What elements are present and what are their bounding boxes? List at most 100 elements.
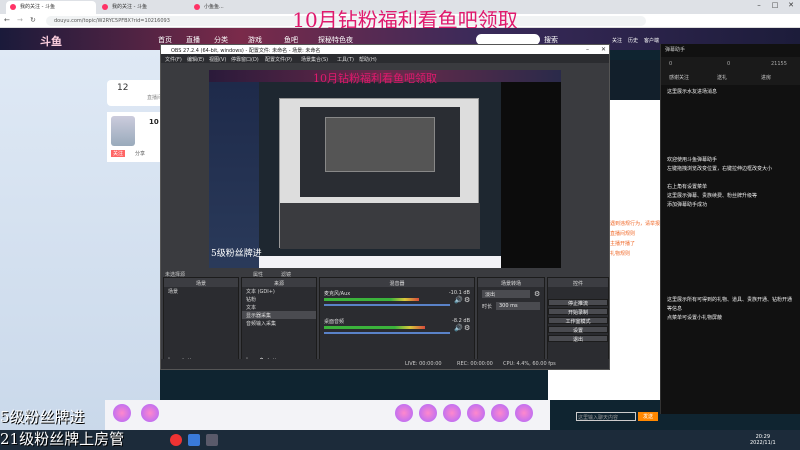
stream-preview-dark bbox=[610, 60, 660, 100]
fans-count: 12 bbox=[117, 83, 129, 93]
source-item[interactable]: 显示器采集 bbox=[242, 311, 316, 319]
chat-message: 右上角有设置菜单 bbox=[667, 184, 708, 190]
nested-chat-panel bbox=[501, 82, 561, 268]
douyu-logo[interactable]: 斗鱼 bbox=[40, 33, 62, 49]
cpu-status: CPU: 4.4%, 60.00 fps bbox=[503, 361, 556, 367]
source-label: 显示器采集 bbox=[246, 313, 272, 319]
notice-text[interactable]: 礼物规则 bbox=[610, 250, 630, 257]
gear-icon[interactable]: ⚙ bbox=[464, 296, 470, 304]
source-item[interactable]: 文本 bbox=[242, 303, 316, 311]
chat-message: 欢迎使用斗鱼弹幕助手 bbox=[667, 157, 718, 163]
minimize-icon[interactable]: – bbox=[752, 1, 766, 9]
notice-text: 遇到违规行为，请举报 bbox=[610, 221, 661, 227]
gift-icon[interactable] bbox=[515, 404, 533, 422]
menu-docks[interactable]: 停靠窗口(D) bbox=[231, 56, 259, 63]
avatar[interactable] bbox=[111, 116, 135, 146]
obs-minimize-icon[interactable]: – bbox=[586, 46, 589, 53]
gift-icon[interactable] bbox=[467, 404, 485, 422]
browser-tab[interactable]: 我的关注 - 斗鱼 bbox=[98, 1, 188, 14]
source-label: 音频输入采集 bbox=[246, 321, 277, 327]
maximize-icon[interactable]: □ bbox=[768, 1, 782, 9]
tab-gifts[interactable]: 送礼 bbox=[717, 74, 727, 81]
obs-icon[interactable] bbox=[206, 434, 218, 446]
chat-message: 点菜单可设置小礼物屏蔽 bbox=[667, 315, 723, 321]
menu-view[interactable]: 视图(V) bbox=[209, 56, 226, 63]
notice-text: 主播开播了 bbox=[610, 241, 636, 247]
chat-message: 这里展示弹幕、贵族续费、粉丝牌升级等 bbox=[667, 193, 758, 199]
reload-icon[interactable]: ↻ bbox=[30, 16, 36, 24]
studio-mode-button[interactable]: 工作室模式 bbox=[548, 317, 608, 325]
nav-follow[interactable]: 关注 bbox=[612, 37, 622, 44]
gift-icon[interactable] bbox=[443, 404, 461, 422]
source-item[interactable]: 音频输入采集 bbox=[242, 319, 316, 327]
gift-icon[interactable] bbox=[491, 404, 509, 422]
menu-edit[interactable]: 编辑(E) bbox=[187, 56, 204, 63]
tab-label: 我的关注 - 斗鱼 bbox=[112, 4, 147, 10]
chat-title: 弹幕助手 bbox=[665, 47, 686, 53]
share-button[interactable]: 分享 bbox=[135, 150, 145, 157]
obs-menu-bar: 文件(F) 编辑(E) 视图(V) 停靠窗口(D) 配置文件(P) 场景集合(S… bbox=[161, 54, 609, 63]
mixer-dock-title: 混音器 bbox=[320, 278, 474, 287]
overlay-bottom-line1: 5级粉丝牌进 bbox=[0, 408, 85, 426]
gear-icon[interactable]: ⚙ bbox=[464, 324, 470, 332]
source-label: 钻粉 bbox=[246, 297, 257, 303]
scene-item[interactable]: 场景 bbox=[164, 287, 238, 295]
gift-icon[interactable] bbox=[113, 404, 131, 422]
stat-count: 0 bbox=[669, 61, 673, 67]
source-item[interactable]: 钻粉 bbox=[242, 295, 316, 303]
obs-title: OBS 27.2.4 (64-bit, windows) - 配置文件: 未命名… bbox=[161, 45, 609, 54]
notice-text[interactable]: 直播间规则 bbox=[610, 230, 635, 237]
fans-count-card: 12 直播间 bbox=[107, 80, 164, 106]
duration-label: 时长 bbox=[482, 304, 493, 310]
gear-icon[interactable]: ⚙ bbox=[534, 290, 540, 298]
browser-tab[interactable]: 我的关注 - 斗鱼 bbox=[6, 1, 96, 14]
nav-history[interactable]: 历史 bbox=[628, 37, 638, 44]
menu-file[interactable]: 文件(F) bbox=[165, 56, 182, 63]
speaker-icon[interactable]: 🔊 bbox=[454, 296, 463, 304]
forward-icon[interactable]: → bbox=[17, 16, 23, 24]
volume-slider[interactable] bbox=[324, 304, 450, 306]
gift-icon[interactable] bbox=[141, 404, 159, 422]
gift-icon[interactable] bbox=[419, 404, 437, 422]
back-icon[interactable]: ← bbox=[4, 16, 10, 24]
tab-thanks-follow[interactable]: 感谢关注 bbox=[669, 74, 689, 81]
nested-obs-docks bbox=[280, 203, 480, 249]
nested-left-bg bbox=[209, 82, 259, 268]
speaker-icon[interactable]: 🔊 bbox=[454, 324, 463, 332]
nested-overlay-title: 10月钻粉福利看鱼吧领取 bbox=[313, 72, 437, 85]
system-clock[interactable]: 20:29 2022/11/1 bbox=[750, 434, 776, 446]
mixer-channel-name: 麦克风/Aux bbox=[324, 291, 351, 297]
settings-button[interactable]: 设置 bbox=[548, 326, 608, 334]
stop-streaming-button[interactable]: 停止推流 bbox=[548, 299, 608, 307]
tab-enter[interactable]: 进房 bbox=[761, 74, 771, 81]
source-label: 文本 (GDI+) bbox=[246, 289, 275, 295]
menu-tools[interactable]: 工具(T) bbox=[337, 56, 354, 63]
chat-input[interactable]: 这里输入聊天内容 bbox=[576, 412, 636, 421]
volume-meter bbox=[324, 326, 425, 329]
transition-select[interactable]: 淡出 bbox=[482, 290, 530, 298]
gift-icon[interactable] bbox=[395, 404, 413, 422]
close-icon[interactable]: ✕ bbox=[784, 1, 798, 9]
chat-message: 这里展示水友进场消息 bbox=[667, 89, 718, 95]
douyu-favicon-icon bbox=[194, 4, 200, 10]
exit-button[interactable]: 退出 bbox=[548, 335, 608, 343]
menu-profile[interactable]: 配置文件(P) bbox=[265, 56, 292, 63]
volume-slider[interactable] bbox=[324, 332, 450, 334]
stat-count: 0 bbox=[727, 61, 731, 67]
send-button[interactable]: 发送 bbox=[638, 412, 658, 421]
nav-client[interactable]: 客户端 bbox=[644, 37, 659, 44]
transitions-dock: 场景转场 淡出 ⚙ 时长 300 ms bbox=[477, 277, 545, 367]
source-item[interactable]: 文本 (GDI+) bbox=[242, 287, 316, 295]
obs-close-icon[interactable]: ✕ bbox=[601, 46, 606, 53]
chat-message: 这里展示所有可得到的礼物、道具、贵族开通、钻粉开通等信息 bbox=[667, 297, 793, 312]
app-icon[interactable] bbox=[188, 434, 200, 446]
follow-button[interactable]: 关注 bbox=[111, 150, 126, 157]
menu-help[interactable]: 帮助(H) bbox=[359, 56, 377, 63]
nested-obs-preview bbox=[300, 107, 460, 197]
obs-preview[interactable]: 10月钻粉福利看鱼吧领取 5级粉丝牌进 bbox=[209, 70, 561, 268]
duration-input[interactable]: 300 ms bbox=[496, 302, 540, 310]
menu-scene-collection[interactable]: 场景集合(S) bbox=[301, 56, 328, 63]
app-icon[interactable] bbox=[170, 434, 182, 446]
controls-dock-title: 控件 bbox=[548, 278, 608, 287]
start-recording-button[interactable]: 开始录制 bbox=[548, 308, 608, 316]
